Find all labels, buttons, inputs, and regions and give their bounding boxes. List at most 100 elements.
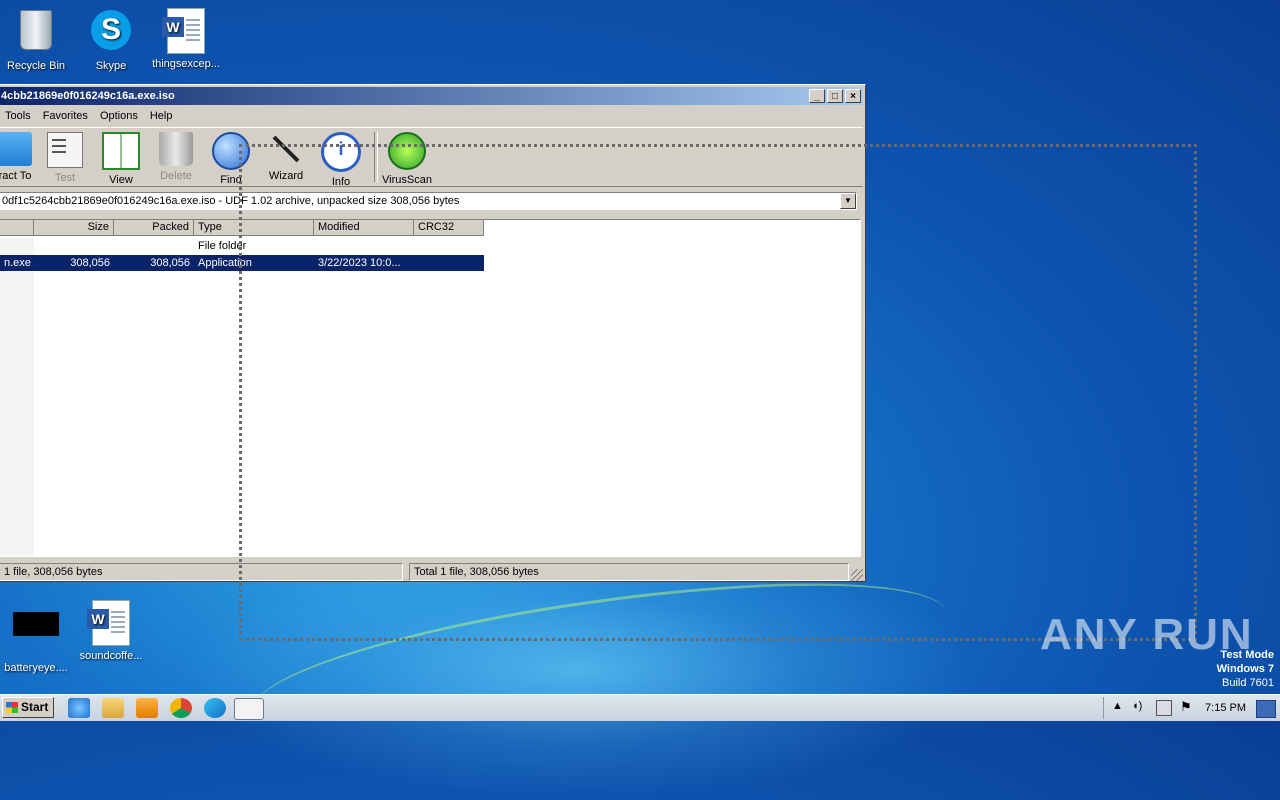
column-header-type[interactable]: Type <box>194 220 314 236</box>
table-row-selected[interactable]: n.exe 308,056 308,056 Application 3/22/2… <box>0 255 484 271</box>
start-button[interactable]: Start <box>2 697 54 718</box>
word-document-icon: W <box>162 8 205 54</box>
cell-name: n.exe <box>4 257 31 269</box>
path-bar[interactable]: 0df1c5264cbb21869e0f016249c16a.exe.iso -… <box>0 192 857 210</box>
menubar: Tools Favorites Options Help <box>0 107 863 125</box>
left-pane-strip <box>0 238 34 556</box>
toolbar-label: ract To <box>0 170 32 182</box>
close-button[interactable]: × <box>845 89 861 103</box>
maximize-button[interactable]: □ <box>827 89 843 103</box>
file-explorer-icon[interactable] <box>102 698 124 718</box>
column-headers: Size Packed Type Modified CRC32 <box>0 220 484 236</box>
show-desktop-icon[interactable] <box>1256 700 1276 718</box>
view-button[interactable]: View <box>93 132 149 186</box>
desktop-icon-soundcoffee[interactable]: W soundcoffe... <box>71 598 151 662</box>
cell-crc32 <box>414 255 484 271</box>
toolbar-label: VirusScan <box>382 174 432 186</box>
column-header-packed[interactable]: Packed <box>114 220 194 236</box>
delete-button[interactable]: Delete <box>148 132 204 182</box>
virusscan-button[interactable]: VirusScan <box>379 132 435 186</box>
test-mode-notice: Test Mode Windows 7 Build 7601 <box>1217 648 1274 690</box>
status-bar: 1 file, 308,056 bytes Total 1 file, 308,… <box>0 563 863 581</box>
column-header-size[interactable]: Size <box>34 220 114 236</box>
status-left: 1 file, 308,056 bytes <box>0 563 403 581</box>
column-header-name[interactable] <box>0 220 34 236</box>
toolbar-label: Delete <box>160 170 192 182</box>
test-mode-line: Build 7601 <box>1222 677 1274 689</box>
network-icon[interactable] <box>1156 700 1172 716</box>
desktop-icon-battery[interactable]: batteryeye.... <box>0 598 76 674</box>
toolbar-label: View <box>109 174 133 186</box>
menu-favorites[interactable]: Favorites <box>37 107 94 125</box>
test-mode-line: Windows 7 <box>1216 663 1274 675</box>
cell-packed: 308,056 <box>150 257 190 269</box>
chevron-down-icon[interactable]: ▼ <box>840 193 856 209</box>
toolbar-label: Test <box>54 172 76 184</box>
find-icon <box>212 132 250 170</box>
winrar-taskbar-icon[interactable] <box>234 698 264 720</box>
cell-type: Application <box>198 257 252 269</box>
chevron-up-icon[interactable]: ▲ <box>1112 700 1123 712</box>
desktop-icon-recycle-bin[interactable]: Recycle Bin <box>0 6 76 72</box>
find-button[interactable]: Find <box>203 132 259 186</box>
file-list: Size Packed Type Modified CRC32 File fol… <box>0 219 861 557</box>
table-row[interactable]: File folder <box>0 238 484 254</box>
test-mode-line: Test Mode <box>1220 649 1274 661</box>
path-text: 0df1c5264cbb21869e0f016249c16a.exe.iso -… <box>2 195 460 207</box>
wizard-button[interactable]: Wizard <box>258 132 314 182</box>
toolbar-label: Wizard <box>268 170 304 182</box>
skype-icon: S <box>91 10 131 50</box>
archive-window: 4cbb21869e0f016249c16a.exe.iso _ □ × Too… <box>0 84 866 582</box>
system-tray: ▲ ◖) ⚑ 7:15 PM <box>1103 697 1280 719</box>
windows-logo-icon <box>6 702 18 713</box>
toolbar-label: Find <box>220 174 242 186</box>
view-icon <box>102 132 140 170</box>
clock[interactable]: 7:15 PM <box>1205 697 1246 719</box>
taskbar: Start ▲ ◖) ⚑ 7:15 PM <box>0 694 1280 721</box>
flag-icon[interactable]: ⚑ <box>1180 699 1192 715</box>
desktop-icon-label: Recycle Bin <box>6 60 66 72</box>
desktop-icon-word-doc[interactable]: W thingsexcep... <box>146 6 226 70</box>
volume-icon[interactable]: ◖) <box>1132 700 1142 712</box>
menu-options[interactable]: Options <box>94 107 144 125</box>
desktop-icon-label: thingsexcep... <box>152 58 220 70</box>
cell-crc32 <box>414 238 484 254</box>
menu-help[interactable]: Help <box>144 107 179 125</box>
info-button[interactable]: i Info <box>313 132 369 188</box>
desktop-icon-label: Skype <box>95 60 127 72</box>
desktop-icon-skype[interactable]: S Skype <box>71 6 151 72</box>
desktop-icon-label: soundcoffe... <box>79 650 143 662</box>
desktop-icon-label: batteryeye.... <box>4 662 68 674</box>
test-icon <box>47 132 83 168</box>
media-player-icon[interactable] <box>136 698 158 718</box>
recycle-bin-icon <box>20 10 52 50</box>
cell-modified: 3/22/2023 10:0... <box>318 257 401 269</box>
info-icon: i <box>321 132 361 172</box>
cell-modified <box>314 238 414 254</box>
extract-to-icon <box>0 132 32 166</box>
window-titlebar[interactable]: 4cbb21869e0f016249c16a.exe.iso _ □ × <box>0 87 863 105</box>
cell-size: 308,056 <box>70 257 110 269</box>
cell-size <box>34 238 114 254</box>
wizard-icon <box>269 132 303 166</box>
start-label: Start <box>21 700 49 714</box>
chrome-icon[interactable] <box>170 698 192 718</box>
cell-packed <box>114 238 194 254</box>
window-title: 4cbb21869e0f016249c16a.exe.iso <box>1 90 175 102</box>
resize-grip-icon[interactable] <box>851 569 863 581</box>
black-file-icon <box>13 612 59 636</box>
column-header-crc32[interactable]: CRC32 <box>414 220 484 236</box>
minimize-button[interactable]: _ <box>809 89 825 103</box>
toolbar-label: Info <box>331 176 351 188</box>
edge-icon[interactable] <box>204 698 226 718</box>
status-right: Total 1 file, 308,056 bytes <box>409 563 849 581</box>
internet-explorer-icon[interactable] <box>68 698 90 718</box>
cell-name <box>0 238 34 254</box>
virusscan-icon <box>388 132 426 170</box>
test-button[interactable]: Test <box>37 132 93 184</box>
word-document-icon: W <box>87 600 130 646</box>
column-header-modified[interactable]: Modified <box>314 220 414 236</box>
menu-tools[interactable]: Tools <box>0 107 37 125</box>
delete-icon <box>159 132 193 166</box>
cell-type: File folder <box>198 240 247 252</box>
